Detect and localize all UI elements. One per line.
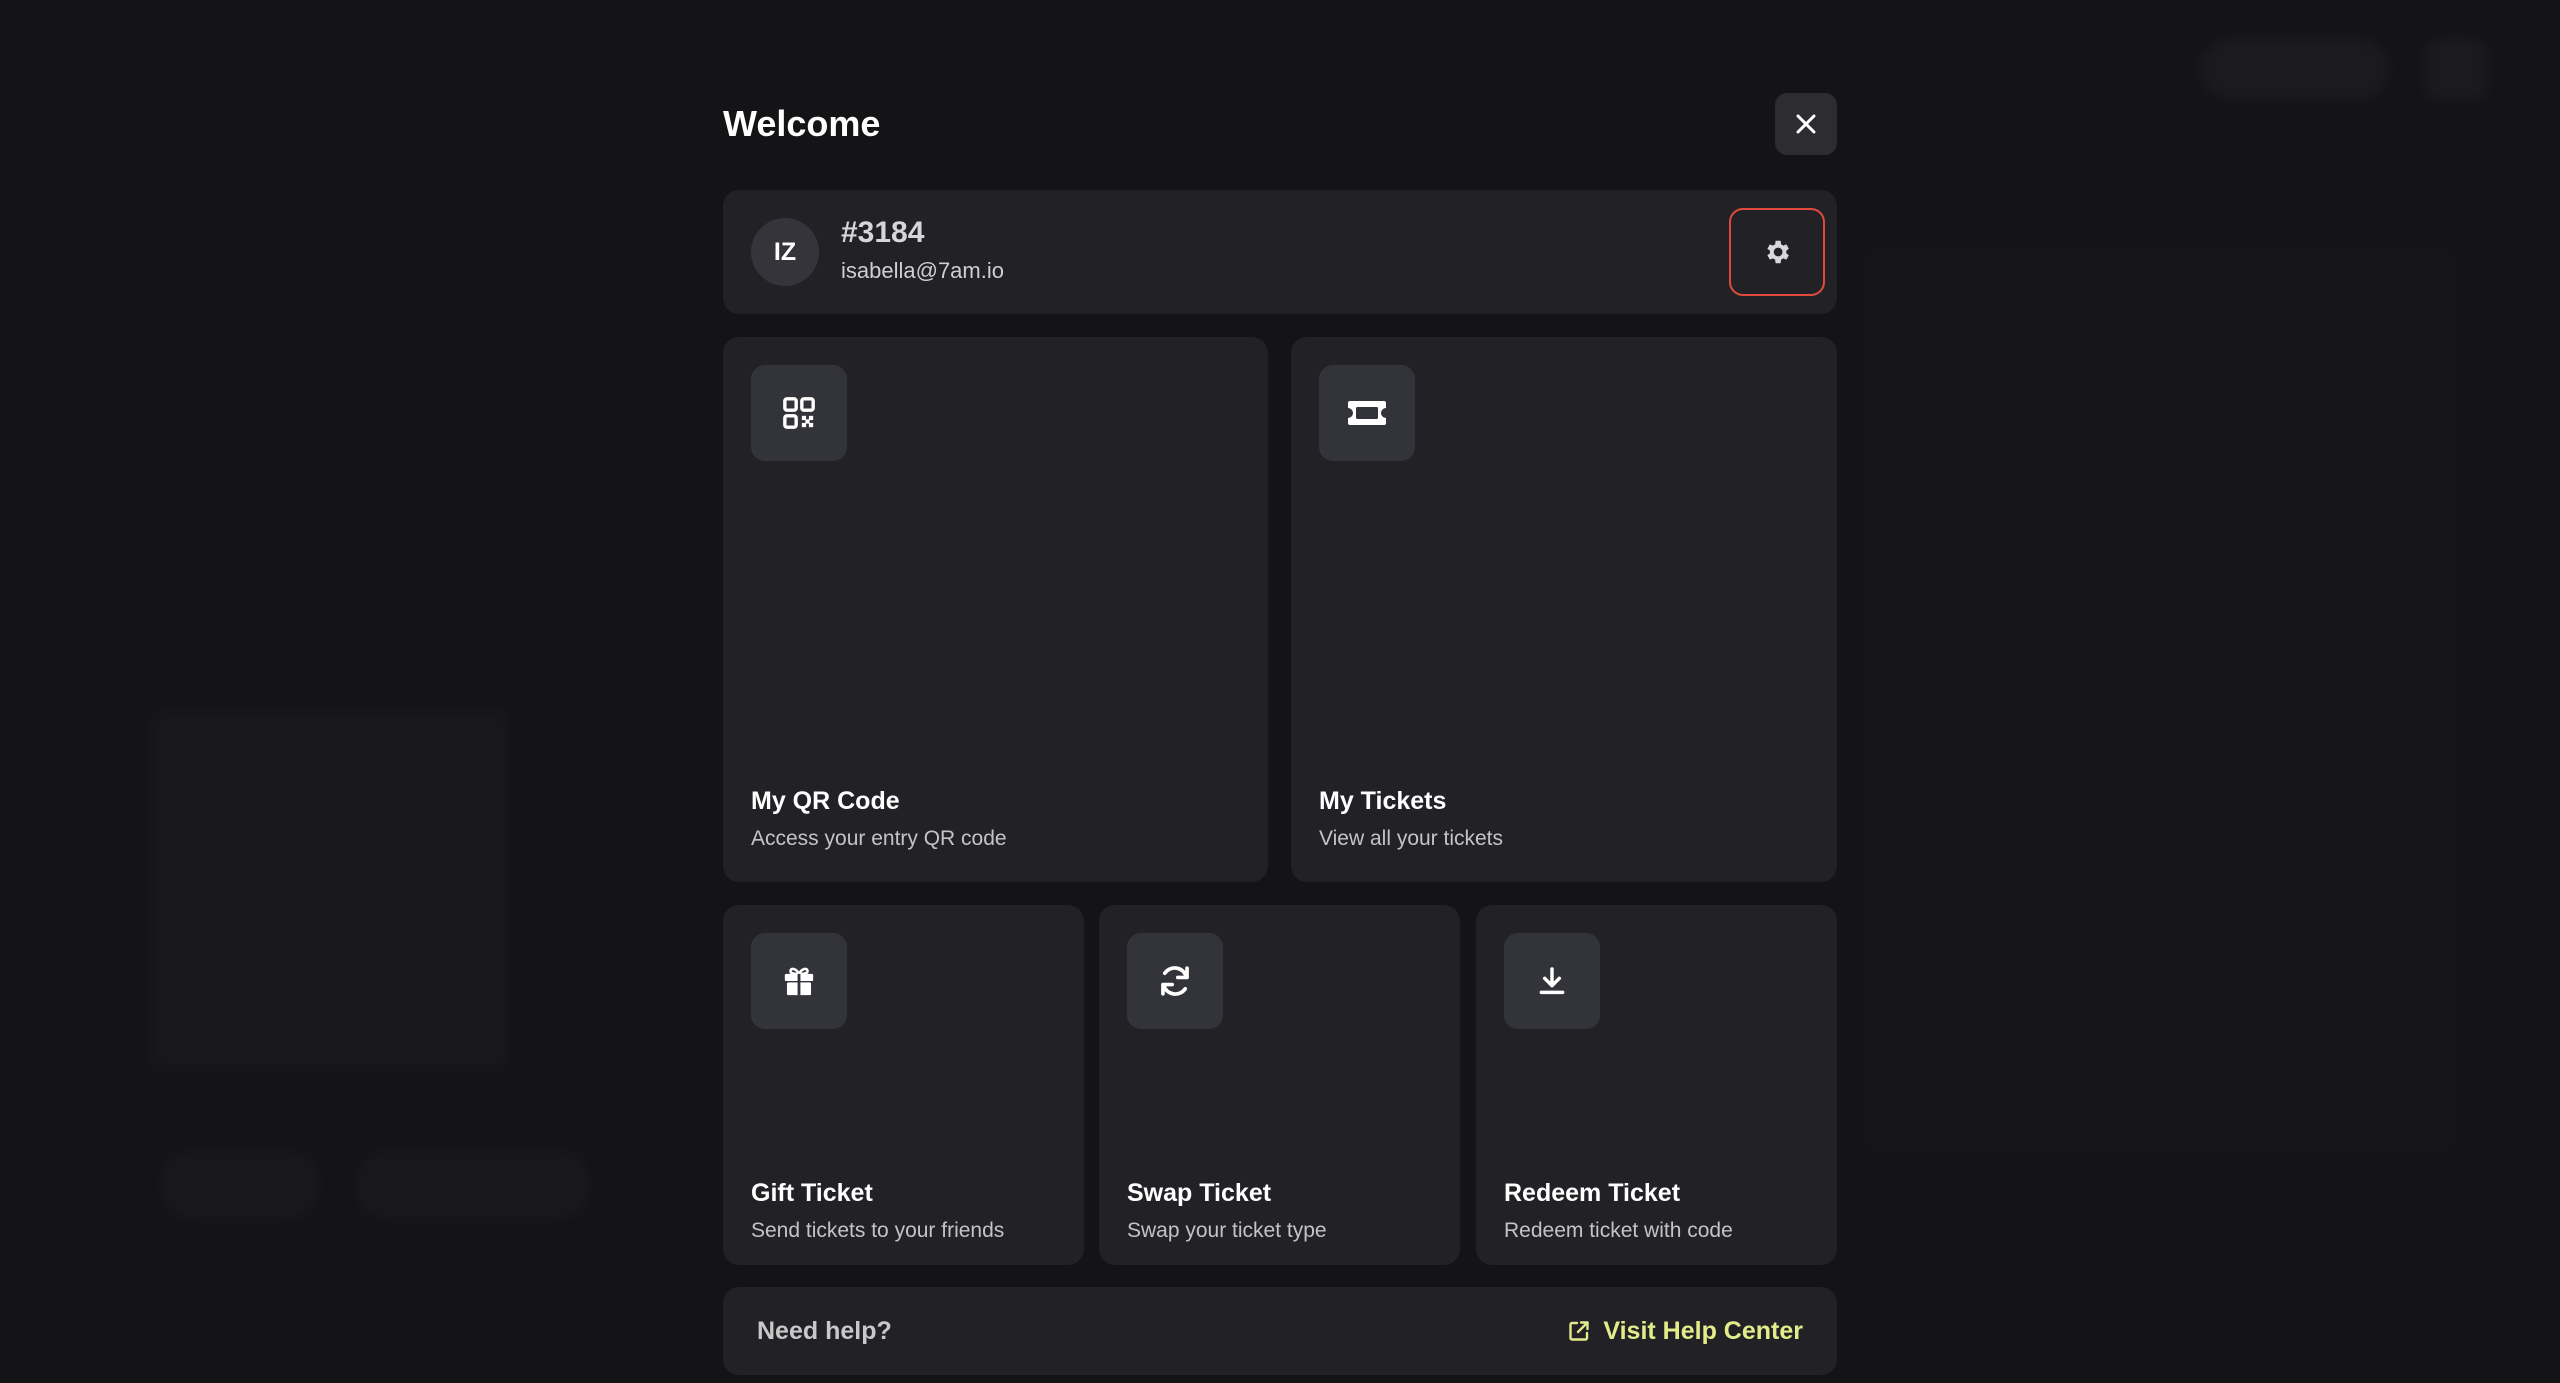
background-blur-shape (2200, 38, 2390, 100)
help-bar: Need help? Visit Help Center (723, 1287, 1837, 1375)
tile-subtitle: View all your tickets (1319, 827, 1504, 850)
user-id: #3184 (841, 216, 925, 249)
tile-subtitle: Send tickets to your friends (751, 1219, 1005, 1242)
tile-title: Swap Ticket (1127, 1179, 1272, 1207)
background-blur-shape (2424, 38, 2488, 100)
qr-icon-box (751, 365, 847, 461)
modal-header: Welcome (723, 92, 1837, 156)
avatar: IZ (751, 218, 819, 286)
swap-icon-box (1127, 933, 1223, 1029)
swap-icon (1161, 966, 1189, 996)
qr-code-icon (783, 397, 815, 429)
tile-title: Gift Ticket (751, 1179, 873, 1207)
tile-title: My Tickets (1319, 787, 1447, 815)
background-blur-shape (1860, 250, 2460, 1150)
gift-icon-box (751, 933, 847, 1029)
user-email: isabella@7am.io (841, 258, 1004, 283)
gear-icon (1767, 240, 1789, 264)
tile-subtitle: Access your entry QR code (751, 827, 1007, 850)
tile-subtitle: Redeem ticket with code (1504, 1219, 1733, 1242)
modal-title: Welcome (723, 103, 881, 144)
my-qr-code-tile[interactable]: My QR Code Access your entry QR code (723, 337, 1268, 882)
close-icon (1796, 114, 1816, 134)
gift-ticket-tile[interactable]: Gift Ticket Send tickets to your friends (723, 905, 1084, 1265)
download-icon (1539, 967, 1565, 995)
redeem-icon-box (1504, 933, 1600, 1029)
help-label: Need help? (757, 1317, 892, 1345)
visit-help-center-link[interactable]: Visit Help Center (1567, 1287, 1803, 1375)
external-link-icon (1569, 1321, 1590, 1341)
redeem-ticket-tile[interactable]: Redeem Ticket Redeem ticket with code (1476, 905, 1837, 1265)
tile-title: My QR Code (751, 787, 900, 815)
background-blur-shape (355, 1150, 590, 1220)
gift-icon (784, 967, 814, 996)
tile-subtitle: Swap your ticket type (1127, 1219, 1327, 1242)
swap-ticket-tile[interactable]: Swap Ticket Swap your ticket type (1099, 905, 1460, 1265)
background-blur-shape (150, 710, 510, 1070)
help-link-label: Visit Help Center (1603, 1316, 1803, 1345)
settings-button[interactable] (1729, 208, 1825, 296)
close-button[interactable] (1775, 93, 1837, 155)
welcome-modal: Welcome IZ #3184 isabella@7am.io My QR C… (723, 60, 1837, 1383)
background-blur-shape (160, 1150, 320, 1220)
my-tickets-tile[interactable]: My Tickets View all your tickets (1291, 337, 1837, 882)
user-card: IZ #3184 isabella@7am.io (723, 190, 1837, 314)
tile-title: Redeem Ticket (1504, 1179, 1681, 1207)
ticket-icon (1348, 401, 1386, 425)
tickets-icon-box (1319, 365, 1415, 461)
